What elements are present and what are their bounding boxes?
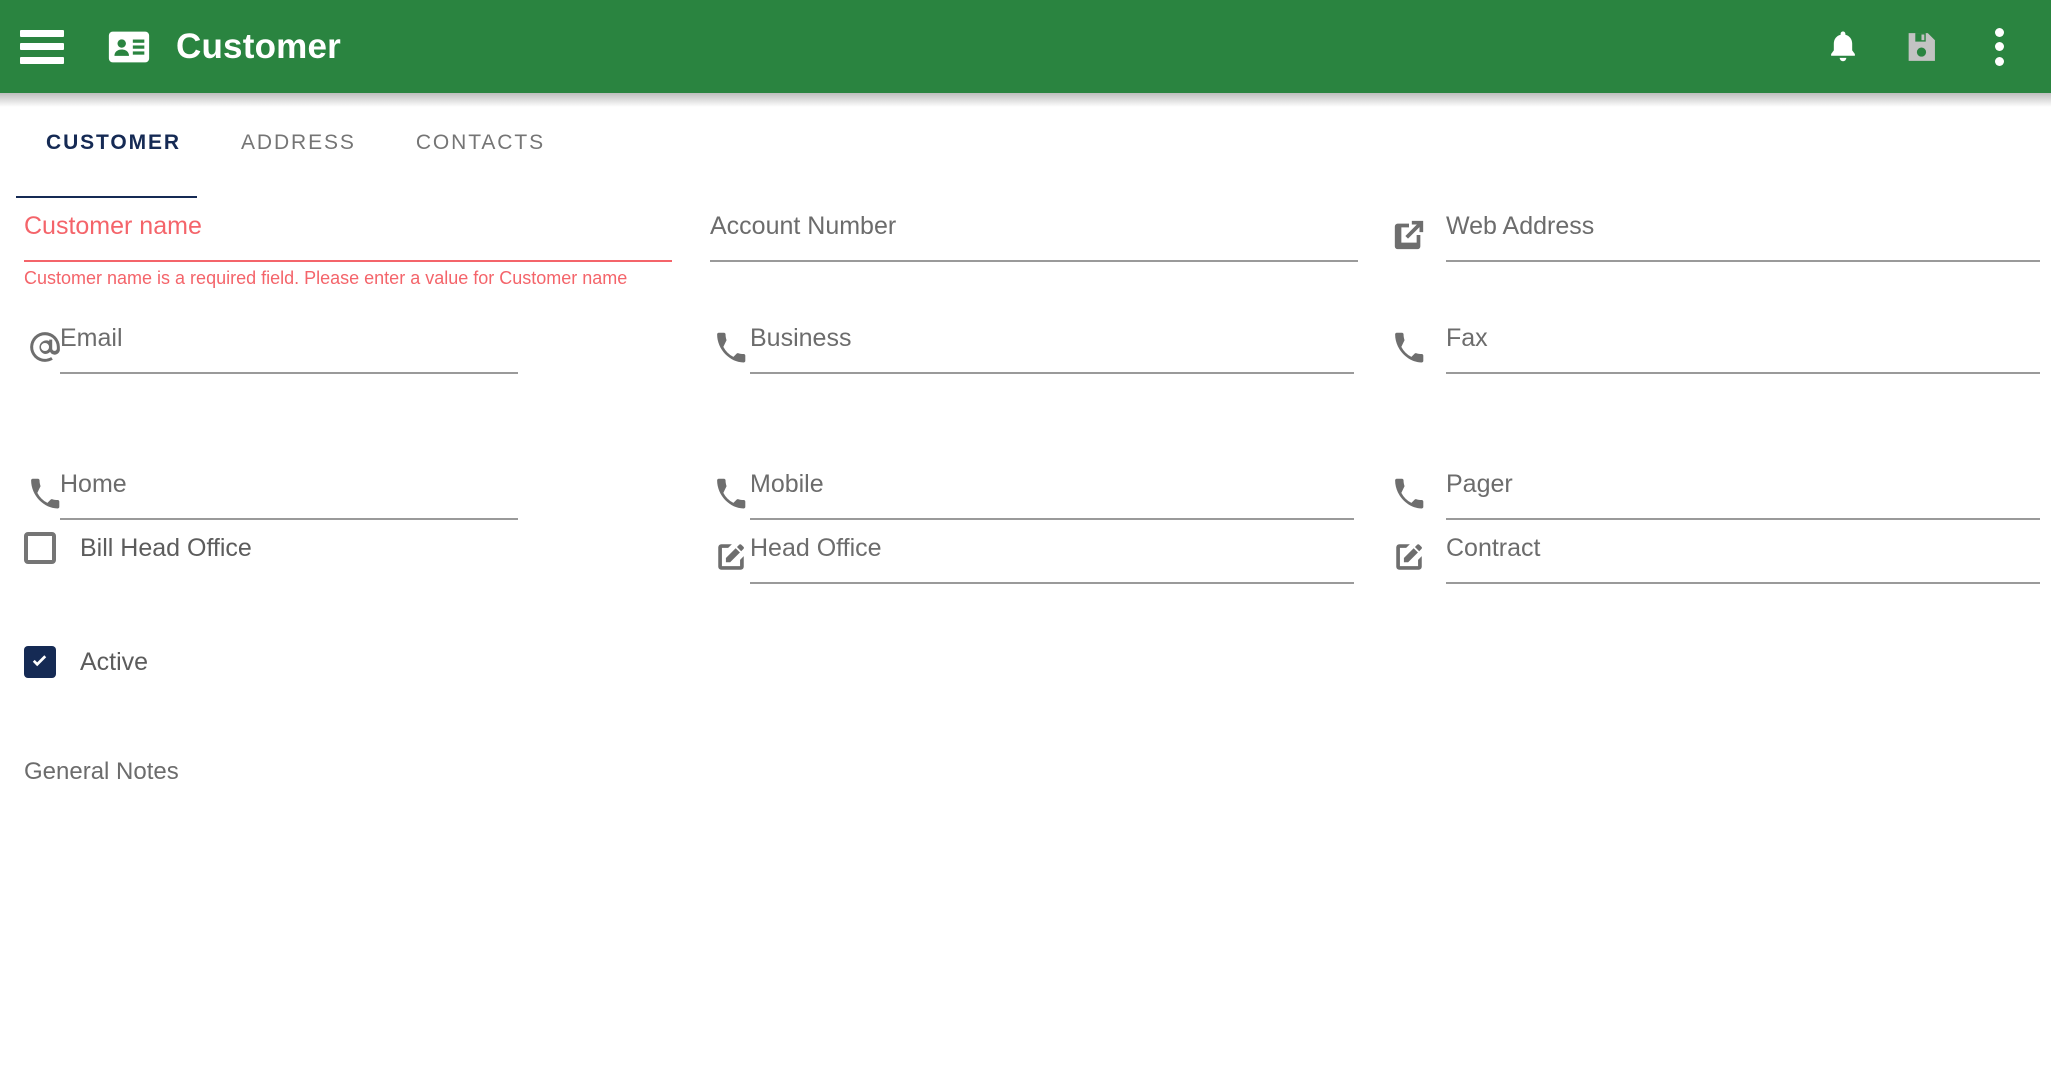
field-label: Business [750, 324, 852, 352]
field-fax[interactable]: Fax [1388, 322, 2040, 374]
field-underline [750, 518, 1354, 520]
field-underline [710, 260, 1358, 262]
field-underline [750, 372, 1354, 374]
kebab-dot [1994, 42, 2004, 51]
field-underline [1446, 372, 2040, 374]
field-label: Fax [1446, 324, 1488, 352]
field-underline [24, 260, 672, 262]
tab-bar: CUSTOMER ADDRESS CONTACTS [0, 93, 2051, 200]
field-underline [60, 518, 518, 520]
tab-customer[interactable]: CUSTOMER [16, 121, 211, 184]
field-error-message: Customer name is a required field. Pleas… [24, 268, 628, 288]
field-contract[interactable]: Contract [1388, 532, 2040, 584]
tab-label: ADDRESS [241, 131, 356, 154]
notifications-bell-icon[interactable] [1815, 19, 1871, 75]
checkbox-box[interactable] [24, 532, 56, 564]
customer-form: Customer name Customer name is a require… [0, 198, 2051, 1084]
field-label: Email [60, 324, 123, 352]
field-business-phone[interactable]: Business [710, 322, 1354, 374]
field-customer-name[interactable]: Customer name Customer name is a require… [24, 210, 672, 288]
kebab-dot [1994, 27, 2004, 37]
checkbox-box[interactable] [24, 646, 56, 678]
kebab-dots [1994, 27, 2004, 66]
kebab-dot [1994, 56, 2004, 66]
field-head-office[interactable]: Head Office [710, 532, 1354, 584]
field-underline [1446, 518, 2040, 520]
edit-pencil-icon[interactable] [710, 536, 752, 578]
page-title: Customer [176, 26, 341, 66]
hamburger-menu-icon[interactable] [20, 29, 64, 64]
field-label: Web Address [1446, 212, 1595, 240]
hamburger-bar [20, 29, 64, 37]
phone-icon [710, 472, 752, 514]
tab-list: CUSTOMER ADDRESS CONTACTS [16, 121, 575, 184]
field-pager[interactable]: Pager [1388, 468, 2040, 520]
field-label: Account Number [710, 212, 897, 240]
tab-address[interactable]: ADDRESS [211, 121, 386, 184]
field-label: Home [60, 470, 127, 498]
overflow-menu-icon[interactable] [1971, 19, 2027, 75]
phone-icon [710, 326, 752, 368]
contact-card-icon [106, 24, 152, 70]
field-underline [60, 372, 518, 374]
tab-label: CONTACTS [415, 131, 545, 154]
app-bar: Customer [0, 0, 2051, 93]
field-underline [1446, 260, 2040, 262]
save-icon[interactable] [1893, 19, 1949, 75]
tab-label: CUSTOMER [46, 131, 181, 154]
phone-icon [1388, 472, 1430, 514]
edit-pencil-icon[interactable] [1388, 536, 1430, 578]
tab-contacts[interactable]: CONTACTS [386, 121, 575, 184]
field-underline [1446, 582, 2040, 584]
checkbox-label: Bill Head Office [80, 533, 252, 562]
field-mobile-phone[interactable]: Mobile [710, 468, 1354, 520]
phone-icon [1388, 326, 1430, 368]
field-label: Customer name [24, 212, 202, 240]
checkbox-active[interactable]: Active [24, 646, 148, 678]
field-email[interactable]: Email [24, 322, 518, 374]
checkbox-label: Active [80, 647, 149, 676]
field-home-phone[interactable]: Home [24, 468, 518, 520]
field-underline [750, 582, 1354, 584]
hamburger-bar [20, 43, 64, 50]
field-label: Contract [1446, 534, 1541, 562]
hamburger-bar [20, 56, 64, 64]
field-label: Pager [1446, 470, 1513, 498]
checkbox-bill-head-office[interactable]: Bill Head Office [24, 532, 252, 564]
field-account-number[interactable]: Account Number [710, 210, 1358, 262]
field-label: Head Office [750, 534, 882, 562]
general-notes-label: General Notes [24, 758, 179, 785]
external-link-icon [1388, 214, 1430, 256]
field-label: Mobile [750, 470, 824, 498]
field-web-address[interactable]: Web Address [1388, 210, 2040, 262]
